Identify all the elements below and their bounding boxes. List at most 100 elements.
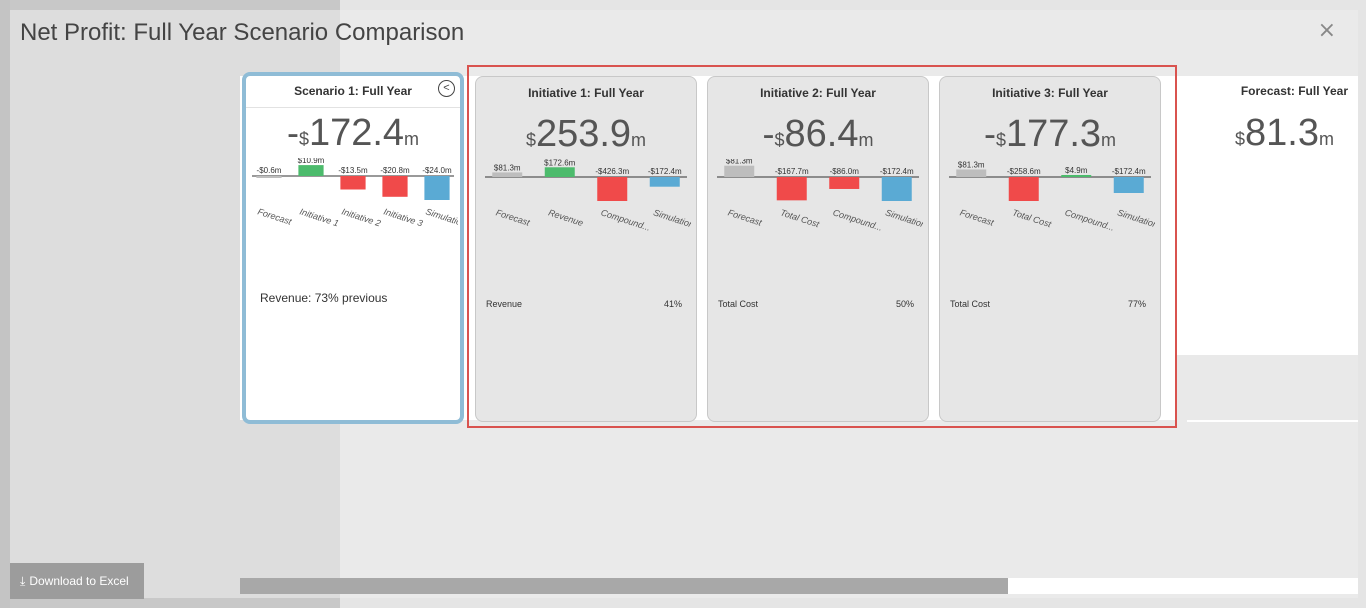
strip-filler [1175, 355, 1358, 420]
chart-category-label: Forecast [727, 207, 764, 227]
chart-category-label: Total Cost [779, 207, 821, 229]
initiative-footer-label: Revenue [486, 299, 523, 309]
initiative-currency: $ [995, 130, 1006, 150]
initiative-card-header: Initiative 1: Full Year [476, 77, 696, 109]
initiative-currency: $ [525, 130, 536, 150]
scenario-net-profit: -$172.4m [246, 112, 460, 156]
initiative-footer-pct: 77% [1127, 299, 1146, 309]
scenario-card[interactable]: Scenario 1: Full Year < -$172.4m -$0.6m F… [242, 72, 464, 424]
chart-bar [424, 176, 450, 200]
initiative-value: 177.3 [1005, 113, 1102, 155]
initiative-card[interactable]: Initiative 2: Full Year -$86.4m $81.3m Fo… [707, 76, 929, 422]
initiative-currency: $ [774, 130, 785, 150]
chart-category-label: Revenue [547, 207, 584, 228]
modal-title: Net Profit: Full Year Scenario Compariso… [20, 19, 465, 46]
comparison-modal: Net Profit: Full Year Scenario Compariso… [10, 10, 1358, 598]
scenario-card-header: Scenario 1: Full Year < [246, 76, 460, 108]
initiative-net-profit: -$86.4m [708, 113, 928, 157]
chart-value-label: -$0.6m [257, 166, 282, 175]
initiative-footer-label: Total Cost [718, 299, 759, 309]
chart-value-label: -$13.5m [338, 166, 368, 175]
download-excel-label: Download to Excel [29, 574, 129, 588]
initiative-waterfall-chart: $81.3m Forecast -$258.6m Total Cost $4.9m Com… [949, 160, 1155, 233]
initiative-card-header: Initiative 2: Full Year [708, 77, 928, 109]
chart-category-label: Forecast [959, 207, 996, 227]
forecast-value: 81.3 [1245, 112, 1319, 154]
chart-value-label: $10.9m [298, 158, 325, 165]
chart-category-label: Compound... [600, 207, 652, 232]
initiative-footer-label: Total Cost [950, 299, 991, 309]
chart-category-label: Simulation [1116, 207, 1155, 229]
initiative-unit: m [858, 130, 874, 150]
collapse-back-icon[interactable]: < [438, 80, 455, 97]
initiative-footer: Total Cost 50% [718, 299, 914, 309]
chart-category-label: Forecast [256, 206, 293, 226]
chart-value-label: -$172.4m [880, 167, 914, 176]
chart-bar [1008, 177, 1039, 201]
initiative-card[interactable]: Initiative 3: Full Year -$177.3m $81.3m F… [939, 76, 1161, 422]
chart-value-label: -$167.7m [775, 167, 809, 176]
chart-value-label: -$258.6m [1007, 167, 1041, 176]
chart-bar [724, 165, 755, 177]
chart-value-label: -$20.8m [380, 166, 410, 175]
scenario-footer-text: Revenue: 73% previous [260, 291, 388, 305]
chart-bar [597, 177, 628, 201]
initiative-card-title: Initiative 1: Full Year [528, 86, 644, 100]
initiative-card[interactable]: Initiative 1: Full Year $253.9m $81.3m Fo… [475, 76, 697, 422]
chart-value-label: -$24.0m [422, 166, 452, 175]
forecast-card-title: Forecast: Full Year [1240, 84, 1348, 98]
chart-bar [1061, 175, 1092, 177]
scenario-waterfall-chart: -$0.6m Forecast $10.9m Initiative 1 -$13.5m I… [252, 158, 458, 229]
initiative-footer-pct: 41% [663, 299, 682, 309]
initiative-sign: - [762, 113, 775, 154]
initiative-sign: - [983, 113, 996, 154]
chart-category-label: Initiative 1 [298, 206, 340, 228]
chart-bar [544, 167, 575, 177]
chart-value-label: -$172.4m [648, 167, 682, 176]
chart-category-label: Total Cost [1011, 207, 1053, 229]
scenario-sign: - [286, 112, 299, 153]
scenario-card-title: Scenario 1: Full Year [294, 84, 412, 98]
initiative-footer-pct: 50% [895, 299, 914, 309]
chart-value-label: -$426.3m [595, 167, 629, 176]
scenario-footer: Revenue: 73% previous [260, 291, 446, 305]
chart-bar [1113, 177, 1144, 193]
initiative-footer: Total Cost 77% [950, 299, 1146, 309]
chart-value-label: $172.6m [544, 159, 575, 167]
download-icon: ⤓ [20, 573, 26, 588]
chart-category-label: Initiative 3 [382, 206, 424, 228]
initiative-waterfall-chart: $81.3m Forecast $172.6m Revenue -$426.3m Comp… [485, 159, 691, 233]
chart-bar [881, 177, 912, 201]
chart-value-label: -$86.0m [830, 167, 860, 176]
horizontal-scrollbar-thumb[interactable] [240, 578, 1008, 594]
forecast-currency: $ [1235, 129, 1246, 149]
chart-category-label: Simulation [652, 207, 691, 229]
initiative-waterfall-chart: $81.3m Forecast -$167.7m Total Cost -$86.0m C… [717, 159, 923, 233]
initiative-value: 86.4 [784, 113, 859, 155]
initiative-unit: m [631, 130, 647, 150]
chart-category-label: Compound... [1064, 207, 1116, 232]
chart-value-label: $4.9m [1065, 166, 1088, 175]
chart-bar [340, 176, 366, 190]
download-excel-button[interactable]: ⤓ Download to Excel [10, 563, 144, 599]
chart-bar [956, 169, 987, 177]
forecast-card-header: Forecast: Full Year [1187, 76, 1358, 108]
initiative-card-title: Initiative 2: Full Year [760, 86, 876, 100]
close-button[interactable]: × [1318, 18, 1336, 43]
chart-category-label: Simulation [424, 206, 458, 228]
initiative-net-profit: $253.9m [476, 113, 696, 157]
chart-bar [829, 177, 860, 189]
initiative-net-profit: -$177.3m [940, 113, 1160, 157]
scenario-value: 172.4 [308, 112, 405, 154]
initiative-value: 253.9 [535, 113, 632, 155]
chart-bar [382, 176, 408, 197]
forecast-unit: m [1319, 129, 1334, 149]
initiative-card-title: Initiative 3: Full Year [992, 86, 1108, 100]
chart-category-label: Forecast [495, 207, 532, 227]
initiative-unit: m [1101, 130, 1117, 150]
chart-category-label: Initiative 2 [340, 206, 382, 228]
chart-category-label: Simulation [884, 207, 923, 229]
scenario-unit: m [404, 129, 420, 149]
initiative-card-header: Initiative 3: Full Year [940, 77, 1160, 109]
chart-value-label: $81.3m [958, 160, 985, 169]
